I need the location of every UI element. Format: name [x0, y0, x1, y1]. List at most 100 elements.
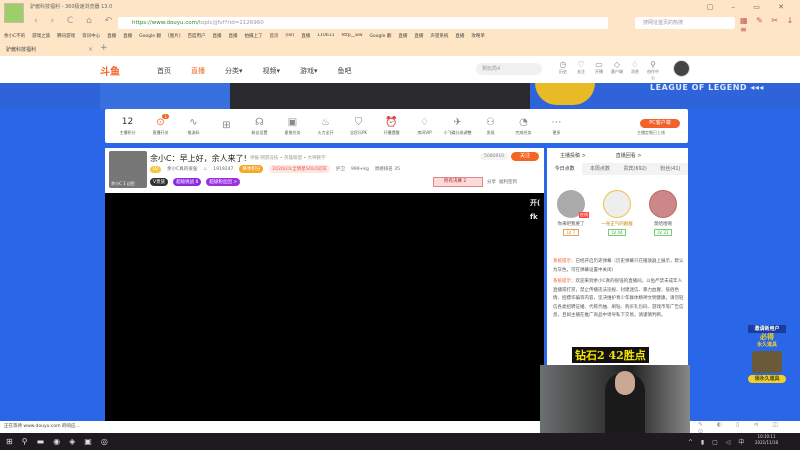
share-button[interactable]: 分享: [487, 180, 496, 185]
status-icons[interactable]: ✎ ◐ ▯ ⊲ ◫ ⊙: [690, 421, 800, 435]
anchor-name[interactable]: 余小C真的很强: [167, 166, 197, 172]
tab-active[interactable]: 驴酱科技福利: [0, 44, 100, 56]
bookmark-item[interactable]: 直播: [455, 33, 464, 43]
replay-link[interactable]: 直播回看 >: [616, 152, 642, 159]
follow-button[interactable]: 关注: [511, 152, 539, 161]
stream-category[interactable]: 举报 网游竞技 • 英雄联盟 • 大神教学: [250, 155, 325, 161]
site-search-input[interactable]: 剩玩局4: [476, 63, 542, 75]
bookmark-item[interactable]: 资讯中心: [82, 33, 100, 43]
menu-item[interactable]: 鱼吧: [338, 66, 352, 76]
fans-battle-badge[interactable]: 超级挑战 8: [173, 178, 202, 186]
rank-item[interactable]: 一身正气的剧群 LV 44: [599, 190, 635, 236]
achievement-badge[interactable]: 赛季积分: [239, 165, 264, 173]
taskbar-icon-3[interactable]: ◉: [53, 437, 60, 446]
bookmark-item[interactable]: 百度用户: [187, 33, 205, 43]
profile-avatar[interactable]: [4, 3, 24, 23]
bookmark-item[interactable]: 直播: [414, 33, 423, 43]
toolbar-item-label: 星推任务: [284, 129, 301, 135]
tab-week[interactable]: 本周点数: [582, 163, 617, 175]
menu-item[interactable]: 视频▾: [263, 66, 281, 76]
toolbar-item[interactable]: ⏰ 开播提醒: [375, 117, 408, 136]
rank-item[interactable]: 莫哈哈啊 LV 31: [645, 190, 681, 236]
bookmark-item[interactable]: 110611: [317, 33, 334, 43]
user-icon-4[interactable]: ♢ 消息: [629, 60, 641, 81]
checkin-button[interactable]: 福利签到: [499, 180, 517, 185]
toolbar-item[interactable]: ♢ 房间VIP: [408, 117, 441, 136]
bookmark-item[interactable]: 直播: [301, 33, 310, 43]
bookmark-item[interactable]: 攻略单: [471, 33, 485, 43]
toolbar-item[interactable]: ∿ 推流码: [177, 117, 210, 136]
toolbar-item[interactable]: ⋯ 更多: [540, 117, 573, 136]
tab-today[interactable]: 今日点数: [547, 163, 583, 175]
taskbar-icon-0[interactable]: ⊞: [6, 437, 13, 446]
toolbar-item[interactable]: ⚇ 发现: [474, 117, 507, 136]
toolbar-item[interactable]: ⛉ 全民乐PK: [342, 117, 375, 136]
bookmark-item[interactable]: 腾讯游戏: [57, 33, 75, 43]
toolbar-item[interactable]: ✈ 小飞碟分成调整: [441, 117, 474, 136]
menu-item[interactable]: 分类▾: [225, 66, 243, 76]
bookmark-item[interactable]: http__ww: [341, 33, 362, 43]
taskbar-icon-5[interactable]: ▣: [84, 437, 92, 446]
pc-client-button[interactable]: PC客户端: [640, 119, 680, 128]
anchor-score[interactable]: 12 主播积分: [111, 117, 144, 136]
bookmark-item[interactable]: [图片]: [168, 33, 181, 43]
bookmark-item[interactable]: 游戏之旅: [32, 33, 50, 43]
fans-club-badge[interactable]: 超级粉丝团 >: [206, 178, 241, 186]
bookmark-item[interactable]: 直播: [107, 33, 116, 43]
tab-close-icon[interactable]: ×: [88, 44, 93, 56]
douyu-logo[interactable]: 斗鱼: [100, 63, 120, 78]
user-icon-3[interactable]: ◇ 客户端: [611, 60, 623, 81]
taskbar-icon-6[interactable]: ◎: [101, 437, 108, 446]
bookmark-item[interactable]: 首页: [269, 33, 278, 43]
rank-item[interactable]: 在线 你来吧我要了 LV 7: [553, 190, 589, 236]
toolbar-item[interactable]: ⊙ 直播开关 1: [144, 113, 177, 136]
streamer-avatar[interactable]: 余小C 1 边民: [109, 151, 147, 188]
user-icon-5[interactable]: ⚲ 创作中心: [647, 60, 659, 81]
bookmark-item[interactable]: [lol]: [285, 33, 294, 43]
rank-level: LV 7: [562, 229, 580, 236]
address-bar[interactable]: https://www.douyu.com/topic/jjfvf?rid=11…: [118, 17, 608, 29]
user-icon-1[interactable]: ♡ 关注: [575, 60, 587, 81]
menu-item[interactable]: 直播: [191, 66, 205, 76]
weekly-rank[interactable]: 周榜排名 35: [375, 166, 400, 172]
guard[interactable]: 护卫: [336, 166, 345, 172]
system-tray[interactable]: ^ ▮ ▢ ◁ 中: [688, 437, 747, 446]
new-tab-button[interactable]: +: [100, 43, 108, 53]
bookmark-item[interactable]: 声望系统: [430, 33, 448, 43]
bookmark-item[interactable]: 直播: [123, 33, 132, 43]
browser-search-input[interactable]: 搜网址首页的热搜: [635, 17, 735, 29]
toolbar-item[interactable]: ▣ 星推任务: [276, 117, 309, 136]
taskbar-icon-1[interactable]: ⚲: [22, 437, 28, 446]
user-avatar[interactable]: [673, 60, 690, 77]
menu-item[interactable]: 首页: [157, 66, 171, 76]
user-icon-2[interactable]: ▭ 开播: [593, 60, 605, 81]
anchor-posts-link[interactable]: 主播投稿 >: [560, 152, 586, 159]
toolbar-item[interactable]: ☊ 粉丝设置: [243, 117, 276, 136]
bookmark-item[interactable]: 直播: [398, 33, 407, 43]
banner-image: [230, 83, 530, 109]
tab-vip[interactable]: 贵宾(692): [618, 163, 653, 175]
browser-tools[interactable]: ▦ ✎ ✂ ↓ ≡: [740, 16, 800, 34]
bookmark-item[interactable]: 直播: [212, 33, 221, 43]
video-player[interactable]: [105, 193, 544, 421]
bookmark-item[interactable]: Google 翻: [370, 33, 392, 43]
window-controls[interactable]: ▢ – ▭ ✕: [707, 3, 792, 11]
user-icon-0[interactable]: ◷ 历史: [557, 60, 569, 81]
toolbar-item[interactable]: ◔ 完成任务: [507, 117, 540, 136]
bookmark-item[interactable]: 直播: [228, 33, 237, 43]
bookmark-item[interactable]: Google 翻: [139, 33, 161, 43]
vip-badge[interactable]: V贵族: [150, 178, 169, 186]
bookmark-item[interactable]: 余小C不的: [4, 33, 25, 43]
ad-button[interactable]: 领永久道具: [748, 375, 786, 383]
honor-badge[interactable]: 2020LOL全明星SOLO冠军: [269, 165, 330, 173]
user-icon-label: 消息: [631, 69, 639, 74]
bookmark-item[interactable]: 拍摄上了: [244, 33, 262, 43]
invite-ad[interactable]: 邀请新用户 必得 永久道具 领永久道具: [748, 325, 786, 383]
event-button[interactable]: 所有决赛 2: [433, 177, 483, 187]
toolbar-item[interactable]: ⊞: [210, 120, 243, 133]
taskbar-icon-4[interactable]: ◈: [69, 437, 75, 446]
toolbar-item[interactable]: ♨ 火力全开: [309, 117, 342, 136]
tab-fans[interactable]: 粉丝(41): [653, 163, 688, 175]
taskbar-icon-2[interactable]: ▬: [37, 437, 45, 446]
menu-item[interactable]: 游戏▾: [300, 66, 318, 76]
